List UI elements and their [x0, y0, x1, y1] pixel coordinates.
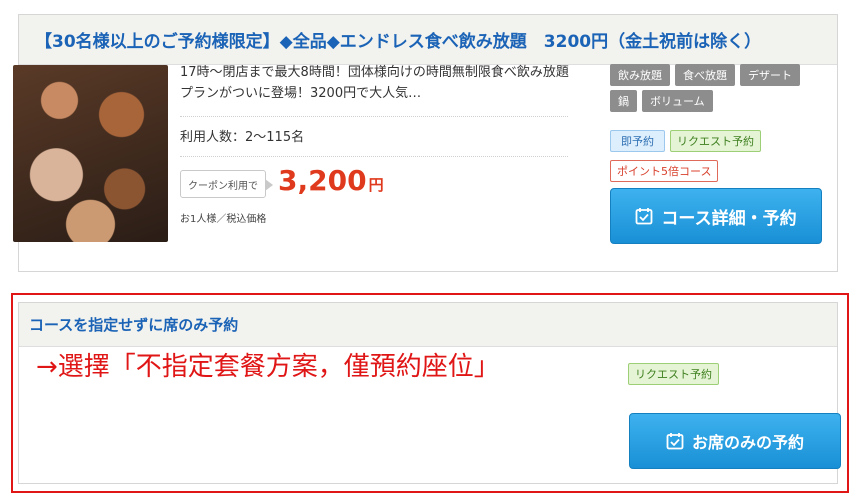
- tag-food: 食べ放題: [675, 64, 735, 86]
- tag-dessert: デザート: [740, 64, 800, 86]
- divider: [180, 156, 568, 157]
- divider: [180, 116, 568, 117]
- tag-points: ポイント5倍コース: [610, 160, 719, 182]
- course-card-header: 【30名様以上のご予約様限定】◆全品◆エンドレス食べ飲み放題 3200円（金土祝…: [19, 15, 837, 65]
- price-unit: 円: [368, 176, 384, 194]
- people-count: 利用人数：2～115名: [180, 130, 305, 145]
- course-detail-button-label: コース詳細・予約: [661, 208, 797, 229]
- course-photo[interactable]: [13, 65, 168, 242]
- tag-volume: ボリューム: [642, 90, 713, 112]
- tag-request-booking: リクエスト予約: [670, 130, 761, 152]
- feature-tags: 飲み放題 食べ放題 デザート 鍋 ボリューム: [610, 64, 815, 112]
- price-value: 3,200: [278, 164, 367, 197]
- tag-instant-booking: 即予約: [610, 130, 665, 152]
- tax-note: お1人様／税込価格: [180, 214, 267, 225]
- course-detail-reserve-button[interactable]: コース詳細・予約: [610, 188, 822, 244]
- calendar-check-icon: [635, 207, 653, 225]
- points-tag-row: ポイント5倍コース: [610, 160, 719, 182]
- course-price: 3,200 円: [278, 164, 384, 197]
- highlight-box: [11, 293, 849, 493]
- course-title[interactable]: 【30名様以上のご予約様限定】◆全品◆エンドレス食べ飲み放題 3200円（金土祝…: [35, 27, 761, 52]
- booking-type-tags: 即予約 リクエスト予約: [610, 130, 761, 152]
- tag-drink: 飲み放題: [610, 64, 670, 86]
- course-description: 17時～閉店まで最大8時間！団体様向けの時間無制限食べ飲み放題プランがついに登場…: [180, 65, 569, 101]
- tag-hotpot: 鍋: [610, 90, 637, 112]
- coupon-badge: クーポン利用で: [180, 170, 273, 198]
